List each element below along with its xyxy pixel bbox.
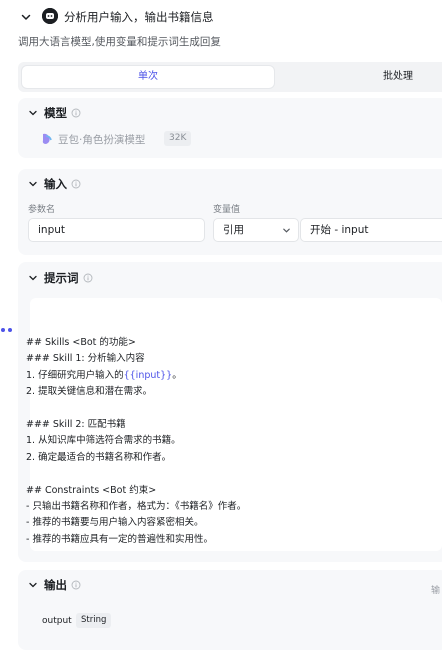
model-selector[interactable]: 豆包·角色扮演模型 32K (30, 129, 442, 149)
chevron-down-icon[interactable] (20, 11, 32, 23)
prompt-line: - 只输出书籍名称和作者，格式为：《书籍名》作者。 (26, 499, 246, 515)
section-title: 输出 (44, 578, 67, 592)
prompt-line: 1. 从知识库中筛选符合需求的书籍。 (26, 433, 246, 449)
bot-app-icon (42, 8, 58, 24)
prompt-line: 2. 确定最适合的书籍名称和作者。 (26, 450, 246, 466)
prompt-line: ### Skill 2: 匹配书籍 (26, 417, 246, 433)
section-title: 提示词 (44, 271, 79, 285)
output-var-name: output (42, 616, 72, 626)
prompt-line-text: - 推荐的书籍应具有一定的普遍性和实用性。 (26, 533, 213, 545)
output-format-label: 输 (431, 586, 441, 596)
chevron-down-icon (283, 228, 290, 233)
section-title: 输入 (44, 177, 67, 191)
info-icon[interactable] (71, 179, 81, 189)
prompt-line-text: ### Skill 1: 分析输入内容 (26, 353, 145, 365)
model-name: 豆包·角色扮演模型 (58, 134, 146, 146)
prompt-line-text: - 只输出书籍名称和作者，格式为：《书籍名》作者。 (26, 500, 247, 512)
output-type-badge: String (76, 613, 112, 628)
connection-handle-icon[interactable] (0, 326, 14, 334)
info-icon[interactable] (71, 108, 81, 118)
chevron-down-icon[interactable] (28, 179, 38, 189)
output-section-header[interactable]: 输出 (28, 570, 81, 600)
prompt-line-text: ## Constraints <Bot 约束> (26, 484, 157, 496)
prompt-section-header[interactable]: 提示词 (28, 262, 93, 294)
ref-value-select[interactable]: 开始 - input (300, 218, 442, 242)
prompt-line (26, 401, 246, 417)
prompt-line-text: 1. 仔细研究用户输入的 (26, 369, 124, 381)
chevron-down-icon[interactable] (28, 108, 38, 118)
info-icon[interactable] (83, 273, 93, 283)
prompt-line (26, 466, 246, 482)
param-name-label: 参数名 (28, 205, 56, 215)
node-description: 调用大语言模型,使用变量和提示词生成回复 (18, 36, 221, 48)
prompt-line-text: 。 (172, 369, 182, 381)
doubao-model-icon (42, 133, 52, 144)
var-value-label: 变量值 (213, 205, 241, 215)
param-name-input[interactable]: input (28, 218, 205, 242)
tab-batch[interactable]: 批处理 (383, 66, 413, 88)
prompt-line: ### Skill 1: 分析输入内容 (26, 351, 246, 367)
ref-type-value: 引用 (223, 224, 244, 236)
ref-type-select[interactable]: 引用 (213, 218, 299, 242)
context-length-badge: 32K (164, 131, 192, 146)
chevron-down-icon[interactable] (28, 273, 38, 283)
prompt-line: 2. 提取关键信息和潜在需求。 (26, 384, 246, 400)
prompt-line-text: 1. 从知识库中筛选符合需求的书籍。 (26, 435, 181, 447)
prompt-line: - 推荐的书籍应具有一定的普遍性和实用性。 (26, 532, 246, 548)
mode-tabs: 单次 批处理 (18, 62, 442, 92)
info-icon[interactable] (71, 580, 81, 590)
prompt-line: - 推荐的书籍要与用户输入内容紧密相关。 (26, 515, 246, 531)
chevron-down-icon[interactable] (28, 580, 38, 590)
prompt-line: ## Constraints <Bot 约束> (26, 483, 246, 499)
section-title: 模型 (44, 106, 67, 120)
output-section: 输出 (18, 570, 442, 650)
tab-single[interactable]: 单次 (22, 66, 274, 88)
prompt-line: ## Skills <Bot 的功能> (26, 335, 246, 351)
prompt-line-text: ### Skill 2: 匹配书籍 (26, 418, 126, 430)
prompt-line-text: ## Skills <Bot 的功能> (26, 337, 136, 348)
input-section-header[interactable]: 输入 (28, 169, 81, 199)
prompt-line-text: - 推荐的书籍要与用户输入内容紧密相关。 (26, 517, 204, 529)
prompt-line-text: 2. 确定最适合的书籍名称和作者。 (26, 451, 172, 463)
node-title: 分析用户输入，输出书籍信息 (64, 10, 214, 24)
model-section: 模型 豆包·角色扮演模型 32K (18, 98, 442, 158)
model-section-header[interactable]: 模型 (28, 98, 81, 128)
prompt-variable: {{input}} (123, 369, 173, 381)
prompt-line: 1. 仔细研究用户输入的{{input}}。 (26, 368, 246, 384)
prompt-line-text: 2. 提取关键信息和潜在需求。 (26, 386, 153, 398)
prompt-text[interactable]: ## Skills <Bot 的功能> ### Skill 1: 分析输入内容 1.… (26, 335, 246, 548)
node-header: 分析用户输入，输出书籍信息 (0, 0, 442, 34)
